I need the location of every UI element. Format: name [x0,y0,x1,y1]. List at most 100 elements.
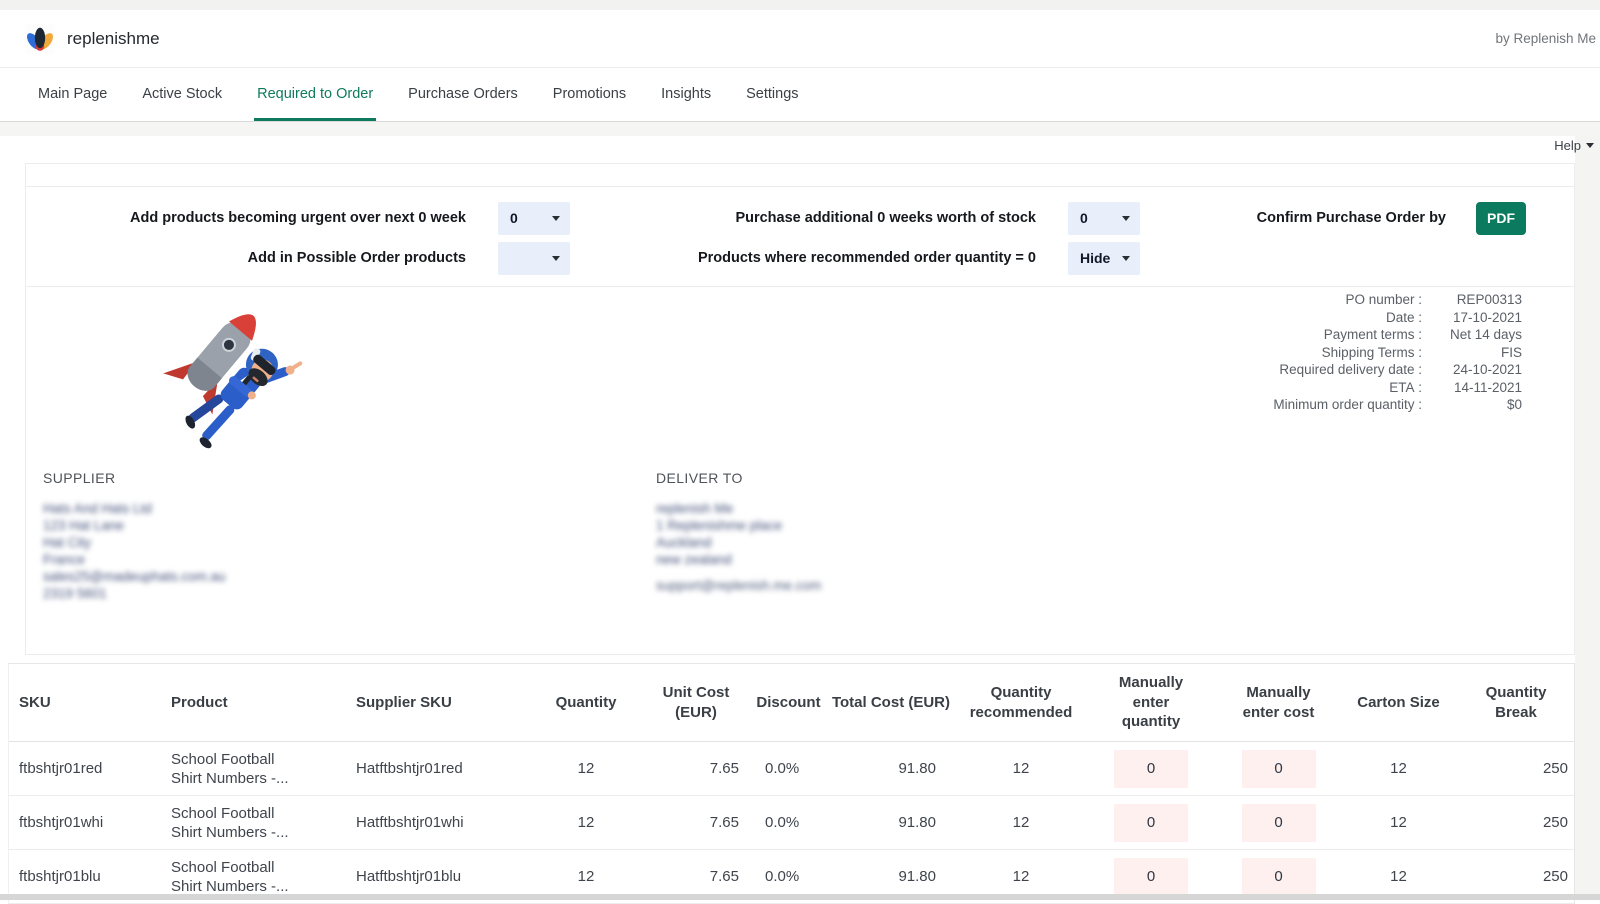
tab-purchase-orders[interactable]: Purchase Orders [408,68,518,121]
cell-supplier-sku: Hatftbshtjr01whi [346,796,531,849]
cell-quantity-break: 250 [1456,796,1576,849]
po-detail-value: REP00313 [1422,291,1522,309]
deliver-to-address-redacted: replenish Me1 Replenishme placeAucklandn… [656,500,821,568]
product-name-line: Shirt Numbers -... [171,823,289,842]
product-name-line: School Football [171,858,274,877]
additional-weeks-dropdown[interactable]: 0 [1068,202,1140,235]
required-to-order-table: SKU Product Supplier SKU Quantity Unit Cost … [8,663,1575,904]
column-header-label: Quantity recommended [956,683,1086,723]
chevron-down-icon [552,216,560,221]
manual-quantity-input[interactable]: 0 [1114,804,1188,842]
controls-row-1: Add products becoming urgent over next 0… [26,201,1574,235]
order-controls: Add products becoming urgent over next 0… [26,187,1574,287]
cell-total-cost: 91.80 [826,796,956,849]
right-gutter [1575,136,1600,900]
column-header-sku: SKU [9,664,161,741]
column-header-label: Quantity [556,693,617,713]
po-detail-value: 24-10-2021 [1422,361,1522,379]
help-menu[interactable]: Help [1554,138,1594,153]
tab-settings[interactable]: Settings [746,68,798,121]
table-header-row: SKU Product Supplier SKU Quantity Unit Cost … [9,664,1574,742]
cell-quantity-recommended: 12 [956,742,1086,795]
tab-required-to-order[interactable]: Required to Order [257,68,373,121]
cell-discount: 0.0% [751,742,826,795]
column-header-label: Product [171,693,228,713]
table-row: ftbshtjr01whiSchool FootballShirt Number… [9,796,1574,850]
manual-quantity-input[interactable]: 0 [1114,750,1188,788]
replenishme-logo-icon [25,24,55,54]
po-detail-label: Shipping Terms [1322,344,1422,362]
column-header-label: Manually enter cost [1238,683,1320,723]
column-header-label: Unit Cost (EUR) [641,683,751,723]
address-line: Hat City [43,534,226,551]
manual-cost-input[interactable]: 0 [1242,750,1316,788]
manual-quantity-input[interactable]: 0 [1114,858,1188,896]
column-header-discount: Discount [751,664,826,741]
urgent-products-dropdown[interactable]: 0 [498,202,570,235]
page-background-band [0,122,1600,136]
table-row: ftbshtjr01redSchool FootballShirt Number… [9,742,1574,796]
column-header-label: Carton Size [1357,693,1440,713]
tab-main-page[interactable]: Main Page [38,68,107,121]
pdf-button[interactable]: PDF [1476,202,1526,235]
po-detail-label: Payment terms [1324,326,1422,344]
top-strip [0,0,1600,10]
chevron-down-icon [1122,256,1130,261]
po-detail-value: Net 14 days [1422,326,1522,344]
column-header-total-cost-eur-: Total Cost (EUR) [826,664,956,741]
chevron-down-icon [552,256,560,261]
cell-manual-quantity: 0 [1086,742,1216,795]
supplier-block: SUPPLIER Hats And Hats Ltd123 Hat LaneHa… [43,470,226,602]
nav-tabs: Main Page Active Stock Required to Order Pu… [0,68,1600,122]
urgent-products-label: Add products becoming urgent over next 0… [26,210,466,226]
product-name-line: Shirt Numbers -... [171,769,289,788]
manual-cost-input[interactable]: 0 [1242,858,1316,896]
cell-supplier-sku: Hatftbshtjr01red [346,742,531,795]
po-detail-label: ETA [1389,379,1422,397]
column-header-manually-enter-cost: Manually enter cost [1216,664,1341,741]
address-line: 123 Hat Lane [43,517,226,534]
panel-top-strip [26,164,1574,187]
column-header-label: Manually enter quantity [1110,673,1192,732]
cell-carton-size: 12 [1341,796,1456,849]
supplier-title: SUPPLIER [43,470,226,486]
column-header-carton-size: Carton Size [1341,664,1456,741]
tab-promotions[interactable]: Promotions [553,68,626,121]
po-detail-value: FIS [1422,344,1522,362]
brand-byline: by Replenish Me [1495,31,1596,46]
zero-quantity-dropdown[interactable]: Hide [1068,242,1140,275]
horizontal-scrollbar[interactable] [0,894,1600,900]
column-header-quantity: Quantity [531,664,641,741]
additional-weeks-label: Purchase additional 0 weeks worth of sto… [570,210,1036,226]
deliver-to-email-redacted: support@replenish.me.com [656,578,821,593]
address-line: Hats And Hats Ltd [43,500,226,517]
brand-name: replenishme [67,29,160,49]
po-detail-row: PO numberREP00313 [1273,291,1522,309]
cell-quantity: 12 [531,742,641,795]
cell-sku: ftbshtjr01red [9,742,161,795]
po-detail-row: Required delivery date24-10-2021 [1273,361,1522,379]
column-header-label: SKU [19,693,51,713]
po-details-section: PO numberREP00313Date17-10-2021Payment t… [26,287,1574,654]
po-detail-value: $0 [1422,396,1522,414]
cell-carton-size: 12 [1341,742,1456,795]
address-line: new zealand [656,551,821,568]
cell-total-cost: 91.80 [826,742,956,795]
controls-row-2: Add in Possible Order products Products … [26,241,1574,275]
supplier-address-redacted: Hats And Hats Ltd123 Hat LaneHat CityFra… [43,500,226,602]
product-name-line: Shirt Numbers -... [171,877,289,896]
column-header-label: Quantity Break [1475,683,1557,723]
address-line: 1 Replenishme place [656,517,821,534]
tab-active-stock[interactable]: Active Stock [142,68,222,121]
cell-manual-cost: 0 [1216,796,1341,849]
column-header-supplier-sku: Supplier SKU [346,664,531,741]
additional-weeks-value: 0 [1080,210,1088,226]
possible-order-dropdown[interactable] [498,242,570,275]
rocket-man-mascot-illustration [131,292,346,452]
column-header-unit-cost-eur-: Unit Cost (EUR) [641,664,751,741]
cell-product: School FootballShirt Numbers -... [161,796,346,849]
column-header-label: Total Cost (EUR) [832,693,950,713]
cell-product: School FootballShirt Numbers -... [161,742,346,795]
tab-insights[interactable]: Insights [661,68,711,121]
manual-cost-input[interactable]: 0 [1242,804,1316,842]
